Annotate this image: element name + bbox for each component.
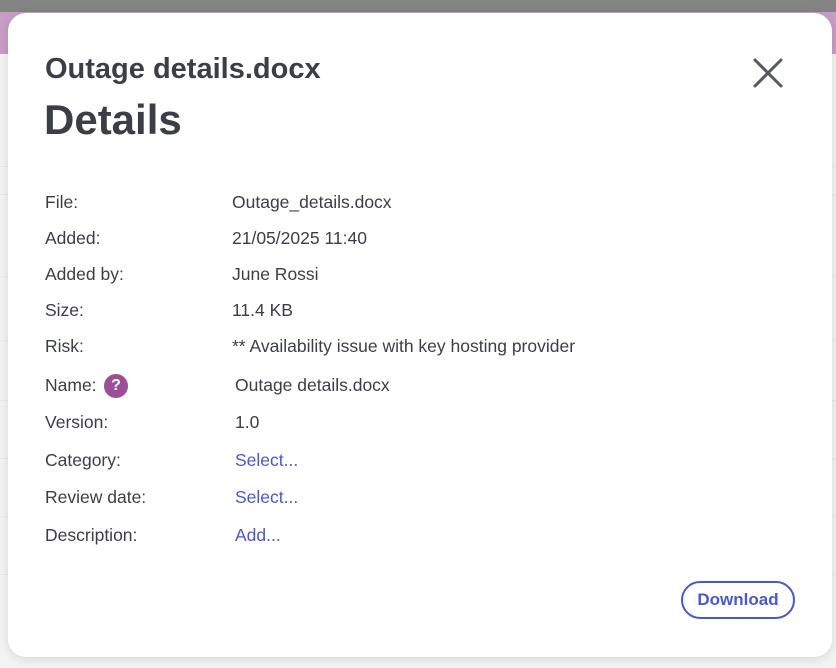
risk-value: ** Availability issue with key hosting p… bbox=[232, 336, 576, 356]
risk-label: Risk: bbox=[45, 336, 84, 356]
added-by-value: June Rossi bbox=[232, 264, 319, 284]
category-select-link[interactable]: Select... bbox=[235, 449, 298, 471]
details-dialog: Outage details.docx Details File: Outage… bbox=[8, 13, 832, 657]
size-value: 11.4 KB bbox=[232, 300, 293, 320]
description-add-link[interactable]: Add... bbox=[235, 524, 281, 546]
close-icon bbox=[753, 58, 783, 88]
question-icon[interactable]: ? bbox=[104, 374, 128, 398]
name-label: Name: bbox=[45, 375, 97, 395]
name-value[interactable]: Outage details.docx bbox=[235, 374, 390, 396]
file-value: Outage_details.docx bbox=[232, 192, 392, 212]
size-label: Size: bbox=[45, 300, 84, 320]
review-date-label: Review date: bbox=[45, 487, 147, 507]
file-title: Outage details.docx bbox=[45, 53, 321, 85]
dialog-heading: Details bbox=[44, 96, 182, 143]
added-label: Added: bbox=[45, 228, 101, 248]
version-value: 1.0 bbox=[235, 412, 260, 432]
category-label: Category: bbox=[45, 450, 121, 470]
description-label: Description: bbox=[45, 525, 138, 545]
close-button[interactable] bbox=[748, 53, 788, 93]
download-button[interactable]: Download bbox=[681, 581, 795, 619]
file-label: File: bbox=[45, 192, 79, 212]
added-by-label: Added by: bbox=[45, 264, 124, 284]
review-date-select-link[interactable]: Select... bbox=[235, 486, 298, 508]
added-value: 21/05/2025 11:40 bbox=[232, 228, 367, 248]
version-label: Version: bbox=[45, 412, 109, 432]
